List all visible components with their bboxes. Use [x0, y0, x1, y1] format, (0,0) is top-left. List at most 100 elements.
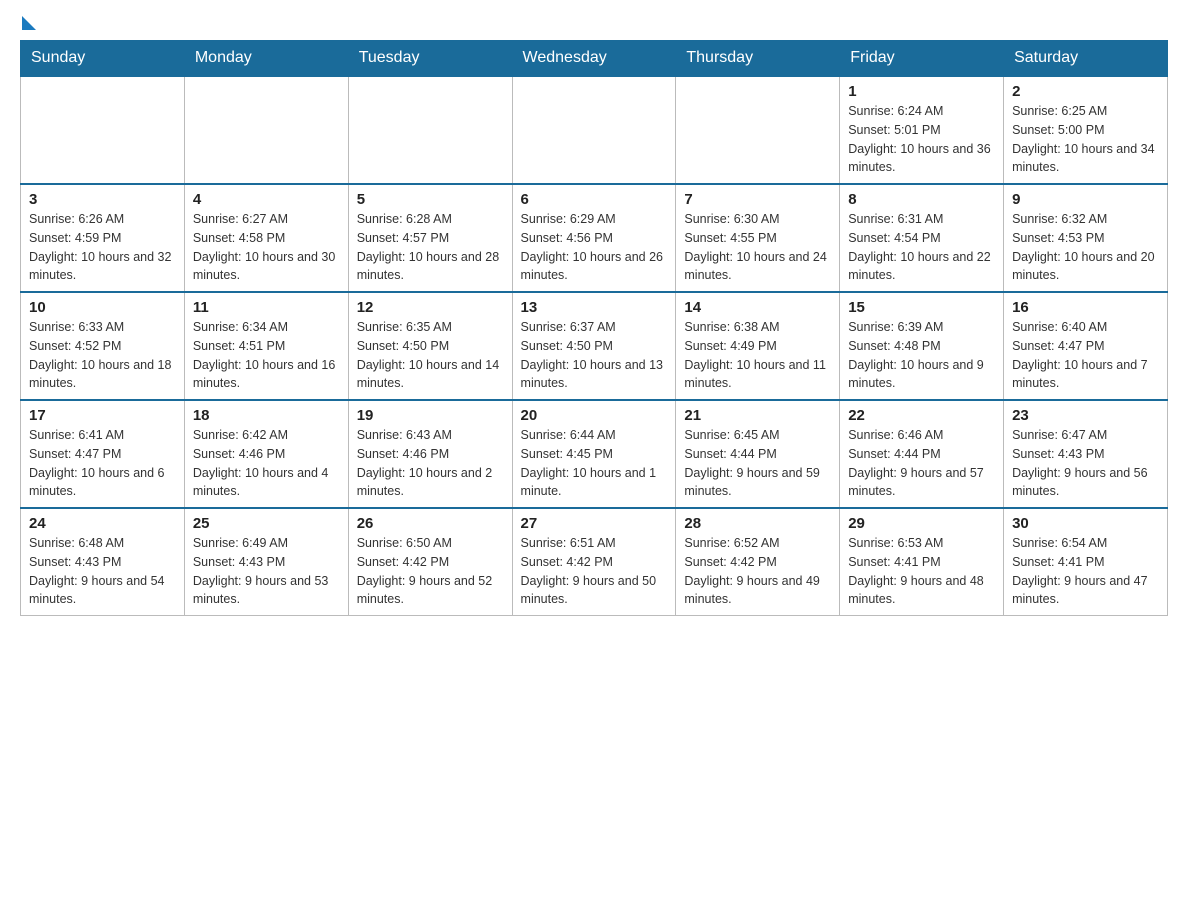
day-number: 11 [193, 299, 340, 316]
day-info: Sunrise: 6:31 AMSunset: 4:54 PMDaylight:… [848, 210, 995, 285]
day-number: 30 [1012, 515, 1159, 532]
day-info: Sunrise: 6:54 AMSunset: 4:41 PMDaylight:… [1012, 534, 1159, 609]
day-info: Sunrise: 6:44 AMSunset: 4:45 PMDaylight:… [521, 426, 668, 501]
day-number: 19 [357, 407, 504, 424]
day-info: Sunrise: 6:47 AMSunset: 4:43 PMDaylight:… [1012, 426, 1159, 501]
day-cell: 28 Sunrise: 6:52 AMSunset: 4:42 PMDayligh… [676, 508, 840, 616]
week-row-4: 17 Sunrise: 6:41 AMSunset: 4:47 PMDayligh… [21, 400, 1168, 508]
day-number: 18 [193, 407, 340, 424]
day-cell: 27Sunrise: 6:51 AMSunset: 4:42 PMDayligh… [512, 508, 676, 616]
weekday-header-saturday: Saturday [1004, 41, 1168, 77]
day-cell: 29 Sunrise: 6:53 AMSunset: 4:41 PMDayligh… [840, 508, 1004, 616]
day-number: 6 [521, 191, 668, 208]
day-number: 9 [1012, 191, 1159, 208]
day-info: Sunrise: 6:46 AMSunset: 4:44 PMDaylight:… [848, 426, 995, 501]
day-info: Sunrise: 6:52 AMSunset: 4:42 PMDaylight:… [684, 534, 831, 609]
day-number: 8 [848, 191, 995, 208]
day-cell: 5Sunrise: 6:28 AMSunset: 4:57 PMDaylight… [348, 184, 512, 292]
day-cell: 15 Sunrise: 6:39 AMSunset: 4:48 PMDayligh… [840, 292, 1004, 400]
day-info: Sunrise: 6:26 AMSunset: 4:59 PMDaylight:… [29, 210, 176, 285]
day-cell: 3 Sunrise: 6:26 AMSunset: 4:59 PMDaylight… [21, 184, 185, 292]
day-cell: 30 Sunrise: 6:54 AMSunset: 4:41 PMDayligh… [1004, 508, 1168, 616]
day-cell: 22 Sunrise: 6:46 AMSunset: 4:44 PMDayligh… [840, 400, 1004, 508]
weekday-header-tuesday: Tuesday [348, 41, 512, 77]
day-cell [348, 76, 512, 184]
day-cell: 8 Sunrise: 6:31 AMSunset: 4:54 PMDaylight… [840, 184, 1004, 292]
day-cell [184, 76, 348, 184]
day-number: 7 [684, 191, 831, 208]
day-cell: 12 Sunrise: 6:35 AMSunset: 4:50 PMDayligh… [348, 292, 512, 400]
day-info: Sunrise: 6:42 AMSunset: 4:46 PMDaylight:… [193, 426, 340, 501]
day-info: Sunrise: 6:29 AMSunset: 4:56 PMDaylight:… [521, 210, 668, 285]
weekday-header-thursday: Thursday [676, 41, 840, 77]
weekday-header-monday: Monday [184, 41, 348, 77]
day-info: Sunrise: 6:32 AMSunset: 4:53 PMDaylight:… [1012, 210, 1159, 285]
day-cell: 7 Sunrise: 6:30 AMSunset: 4:55 PMDaylight… [676, 184, 840, 292]
day-info: Sunrise: 6:51 AMSunset: 4:42 PMDaylight:… [521, 534, 668, 609]
day-info: Sunrise: 6:41 AMSunset: 4:47 PMDaylight:… [29, 426, 176, 501]
day-cell: 20 Sunrise: 6:44 AMSunset: 4:45 PMDayligh… [512, 400, 676, 508]
day-number: 10 [29, 299, 176, 316]
day-cell: 6 Sunrise: 6:29 AMSunset: 4:56 PMDaylight… [512, 184, 676, 292]
day-number: 28 [684, 515, 831, 532]
day-info: Sunrise: 6:24 AMSunset: 5:01 PMDaylight:… [848, 102, 995, 177]
day-cell: 19 Sunrise: 6:43 AMSunset: 4:46 PMDayligh… [348, 400, 512, 508]
day-number: 23 [1012, 407, 1159, 424]
day-cell [512, 76, 676, 184]
week-row-3: 10Sunrise: 6:33 AMSunset: 4:52 PMDayligh… [21, 292, 1168, 400]
week-row-1: 1 Sunrise: 6:24 AMSunset: 5:01 PMDaylight… [21, 76, 1168, 184]
day-info: Sunrise: 6:38 AMSunset: 4:49 PMDaylight:… [684, 318, 831, 393]
day-number: 21 [684, 407, 831, 424]
day-cell: 17 Sunrise: 6:41 AMSunset: 4:47 PMDayligh… [21, 400, 185, 508]
day-info: Sunrise: 6:25 AMSunset: 5:00 PMDaylight:… [1012, 102, 1159, 177]
day-number: 14 [684, 299, 831, 316]
day-cell: 10Sunrise: 6:33 AMSunset: 4:52 PMDayligh… [21, 292, 185, 400]
day-cell: 13 Sunrise: 6:37 AMSunset: 4:50 PMDayligh… [512, 292, 676, 400]
weekday-header-friday: Friday [840, 41, 1004, 77]
day-number: 20 [521, 407, 668, 424]
day-number: 1 [848, 83, 995, 100]
day-info: Sunrise: 6:34 AMSunset: 4:51 PMDaylight:… [193, 318, 340, 393]
day-info: Sunrise: 6:53 AMSunset: 4:41 PMDaylight:… [848, 534, 995, 609]
week-row-2: 3 Sunrise: 6:26 AMSunset: 4:59 PMDaylight… [21, 184, 1168, 292]
day-cell: 16Sunrise: 6:40 AMSunset: 4:47 PMDayligh… [1004, 292, 1168, 400]
day-cell: 24 Sunrise: 6:48 AMSunset: 4:43 PMDayligh… [21, 508, 185, 616]
day-info: Sunrise: 6:35 AMSunset: 4:50 PMDaylight:… [357, 318, 504, 393]
day-info: Sunrise: 6:48 AMSunset: 4:43 PMDaylight:… [29, 534, 176, 609]
day-number: 5 [357, 191, 504, 208]
day-number: 29 [848, 515, 995, 532]
day-cell: 14 Sunrise: 6:38 AMSunset: 4:49 PMDayligh… [676, 292, 840, 400]
day-number: 3 [29, 191, 176, 208]
day-cell: 2 Sunrise: 6:25 AMSunset: 5:00 PMDaylight… [1004, 76, 1168, 184]
day-number: 16 [1012, 299, 1159, 316]
day-number: 25 [193, 515, 340, 532]
day-number: 22 [848, 407, 995, 424]
day-info: Sunrise: 6:43 AMSunset: 4:46 PMDaylight:… [357, 426, 504, 501]
logo [20, 20, 36, 30]
day-number: 13 [521, 299, 668, 316]
day-number: 26 [357, 515, 504, 532]
logo-triangle-icon [22, 16, 36, 30]
day-number: 12 [357, 299, 504, 316]
day-number: 24 [29, 515, 176, 532]
day-number: 15 [848, 299, 995, 316]
page-header [20, 20, 1168, 30]
day-cell [676, 76, 840, 184]
day-cell: 9 Sunrise: 6:32 AMSunset: 4:53 PMDaylight… [1004, 184, 1168, 292]
day-info: Sunrise: 6:50 AMSunset: 4:42 PMDaylight:… [357, 534, 504, 609]
day-number: 17 [29, 407, 176, 424]
weekday-header-wednesday: Wednesday [512, 41, 676, 77]
day-cell: 18 Sunrise: 6:42 AMSunset: 4:46 PMDayligh… [184, 400, 348, 508]
day-info: Sunrise: 6:37 AMSunset: 4:50 PMDaylight:… [521, 318, 668, 393]
day-cell [21, 76, 185, 184]
day-info: Sunrise: 6:30 AMSunset: 4:55 PMDaylight:… [684, 210, 831, 285]
day-cell: 21Sunrise: 6:45 AMSunset: 4:44 PMDayligh… [676, 400, 840, 508]
calendar-table: SundayMondayTuesdayWednesdayThursdayFrid… [20, 40, 1168, 616]
day-number: 4 [193, 191, 340, 208]
weekday-header-sunday: Sunday [21, 41, 185, 77]
day-info: Sunrise: 6:27 AMSunset: 4:58 PMDaylight:… [193, 210, 340, 285]
day-cell: 25Sunrise: 6:49 AMSunset: 4:43 PMDayligh… [184, 508, 348, 616]
day-cell: 23 Sunrise: 6:47 AMSunset: 4:43 PMDayligh… [1004, 400, 1168, 508]
day-number: 2 [1012, 83, 1159, 100]
day-info: Sunrise: 6:39 AMSunset: 4:48 PMDaylight:… [848, 318, 995, 393]
